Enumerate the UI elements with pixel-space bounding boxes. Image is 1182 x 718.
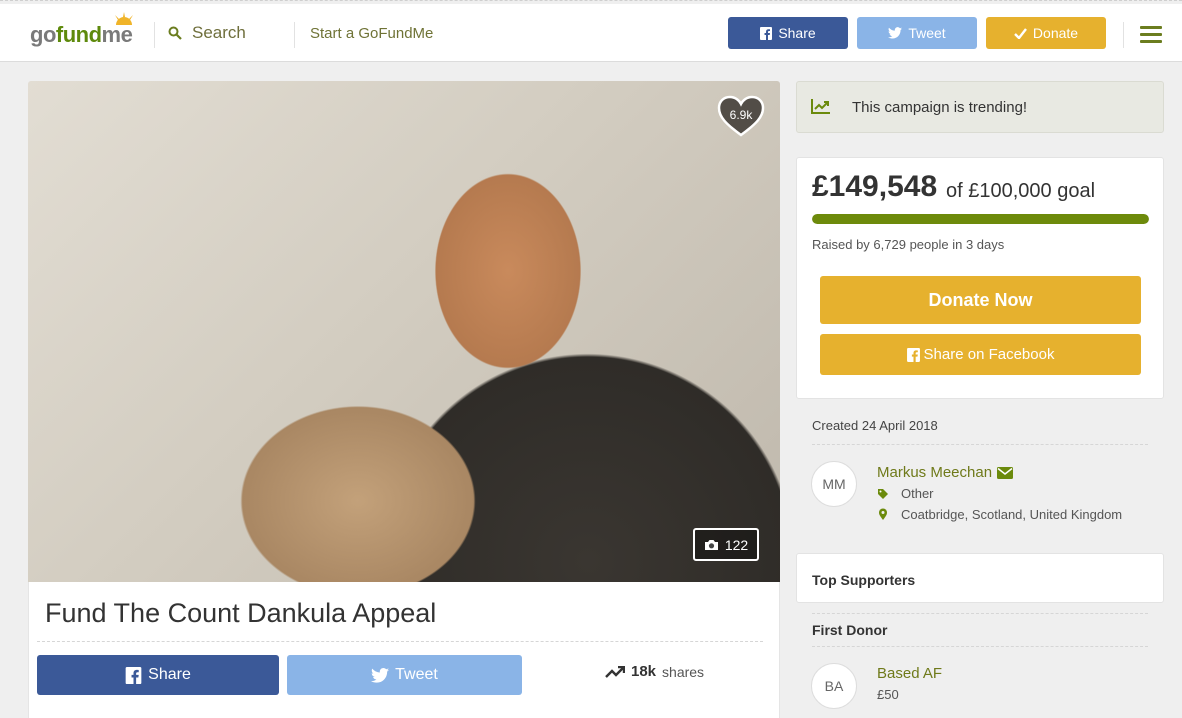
heart-count: 6.9k xyxy=(729,108,753,122)
organizer-location-text: Coatbridge, Scotland, United Kingdom xyxy=(901,507,1123,522)
camera-icon xyxy=(704,539,718,550)
campaign-tweet-button[interactable]: Tweet xyxy=(287,655,522,695)
progress-bar-fill xyxy=(812,214,1149,224)
header-share-button[interactable]: Share xyxy=(728,17,848,49)
campaign-photo[interactable] xyxy=(28,81,780,582)
trending-chart-icon xyxy=(811,99,830,114)
search-link[interactable]: Search xyxy=(168,23,246,43)
organizer-category-text: Other xyxy=(901,486,934,501)
search-icon xyxy=(168,26,182,40)
divider xyxy=(812,646,1148,647)
progress-bar xyxy=(812,214,1149,224)
checkmark-icon xyxy=(1014,27,1027,39)
facebook-icon xyxy=(760,26,773,40)
campaign-share-row: Share Tweet 18k shares xyxy=(28,641,780,718)
donation-card: £149,548 of £100,000 goal Raised by 6,72… xyxy=(796,157,1164,399)
header-share-label: Share xyxy=(778,25,816,41)
trending-text: This campaign is trending! xyxy=(852,99,1028,116)
map-marker-icon xyxy=(879,508,887,520)
amount-raised: £149,548 xyxy=(812,170,938,203)
donor-avatar: BA xyxy=(811,663,857,709)
logo-go: go xyxy=(30,22,56,47)
tag-icon xyxy=(878,488,888,499)
top-supporters-card[interactable]: Top Supporters xyxy=(796,553,1164,603)
organizer-avatar[interactable]: MM xyxy=(811,461,857,507)
raised-by-text: Raised by 6,729 people in 3 days xyxy=(812,237,1005,252)
header-donate-label: Donate xyxy=(1032,25,1079,41)
organizer-name: Markus Meechan xyxy=(877,464,993,481)
header-tweet-label: Tweet xyxy=(908,25,946,41)
donor-name: Based AF xyxy=(877,665,943,682)
organizer-category: Other xyxy=(877,486,934,501)
top-supporters-heading: Top Supporters xyxy=(812,572,916,588)
donor-amount: £50 xyxy=(877,687,899,702)
share-count: 18k shares xyxy=(605,663,704,680)
hamburger-menu-icon[interactable] xyxy=(1140,26,1162,47)
organizer-name-link[interactable]: Markus Meechan xyxy=(877,464,1014,481)
campaign-tweet-label: Tweet xyxy=(395,666,438,683)
header-divider xyxy=(294,22,295,48)
site-header: gofundme Search Start a GoFundMe Share T… xyxy=(0,4,1182,62)
logo-sun-icon xyxy=(115,12,133,25)
header-donate-button[interactable]: Donate xyxy=(986,17,1106,49)
facebook-icon xyxy=(125,666,142,684)
header-divider xyxy=(1123,22,1124,48)
share-on-facebook-label: Share on Facebook xyxy=(923,346,1055,363)
start-gofundme-link[interactable]: Start a GoFundMe xyxy=(310,25,433,42)
facebook-icon xyxy=(906,347,920,362)
first-donor-heading: First Donor xyxy=(812,622,888,638)
campaign-share-button[interactable]: Share xyxy=(37,655,279,695)
share-count-label: shares xyxy=(662,663,705,680)
photo-gallery-button[interactable]: 122 xyxy=(693,528,759,561)
search-label: Search xyxy=(192,23,246,42)
twitter-icon xyxy=(888,27,903,39)
organizer-location: Coatbridge, Scotland, United Kingdom xyxy=(877,507,1122,522)
donate-now-button[interactable]: Donate Now xyxy=(820,276,1141,324)
photo-count: 122 xyxy=(724,536,749,553)
header-divider xyxy=(154,22,155,48)
trending-up-icon xyxy=(605,665,625,678)
logo-fund: fund xyxy=(55,22,102,47)
title-card: Fund The Count Dankula Appeal xyxy=(28,582,780,642)
trending-banner: This campaign is trending! xyxy=(796,81,1164,133)
goal-amount: of £100,000 goal xyxy=(946,180,1096,202)
campaign-share-label: Share xyxy=(148,666,191,683)
share-count-value: 18k xyxy=(631,663,657,680)
header-tweet-button[interactable]: Tweet xyxy=(857,17,977,49)
campaign-title: Fund The Count Dankula Appeal xyxy=(45,598,437,628)
created-date: Created 24 April 2018 xyxy=(812,418,938,433)
divider xyxy=(37,641,763,642)
twitter-icon xyxy=(371,667,390,683)
divider xyxy=(812,613,1148,614)
envelope-icon[interactable] xyxy=(997,466,1014,479)
share-on-facebook-button[interactable]: Share on Facebook xyxy=(820,334,1141,375)
divider xyxy=(812,444,1148,445)
